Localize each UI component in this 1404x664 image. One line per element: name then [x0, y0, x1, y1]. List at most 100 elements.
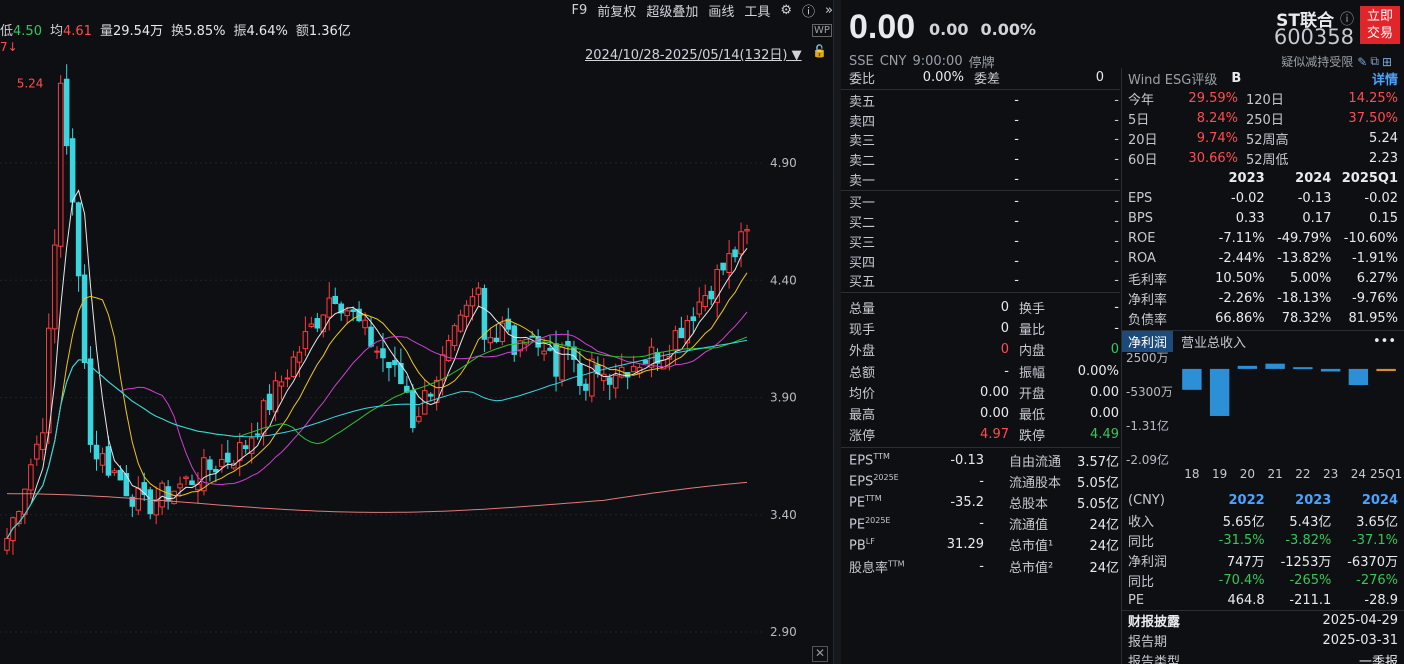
- candle-body[interactable]: [4, 537, 10, 551]
- candle-body[interactable]: [147, 489, 153, 515]
- candle-body[interactable]: [720, 262, 726, 271]
- candle-body[interactable]: [254, 433, 261, 436]
- edit-icon[interactable]: ✎: [1357, 55, 1367, 69]
- gear-icon[interactable]: ⚙: [780, 3, 792, 18]
- profit-bar[interactable]: [1293, 367, 1313, 370]
- candle-body[interactable]: [481, 288, 488, 340]
- menu-f9[interactable]: F9: [572, 3, 588, 18]
- candle-body[interactable]: [159, 482, 165, 508]
- candle-body[interactable]: [284, 377, 291, 380]
- candle-body[interactable]: [51, 244, 58, 330]
- book-level[interactable]: 卖四 - -: [841, 110, 1120, 130]
- expand-icon[interactable]: »: [825, 3, 833, 18]
- candle-body[interactable]: [380, 348, 386, 359]
- trade-button[interactable]: 立即 交易: [1360, 6, 1400, 44]
- candle-body[interactable]: [738, 231, 744, 255]
- candle-body[interactable]: [332, 295, 338, 305]
- tab-net-profit[interactable]: 净利润: [1122, 331, 1174, 352]
- candle-body[interactable]: [601, 373, 607, 382]
- candle-body[interactable]: [559, 346, 565, 381]
- candle-body[interactable]: [511, 325, 518, 355]
- wp-icon[interactable]: WP: [812, 24, 832, 37]
- candle-body[interactable]: [678, 327, 685, 339]
- candle-body[interactable]: [177, 483, 183, 489]
- candle-body[interactable]: [153, 500, 159, 516]
- candle-body[interactable]: [320, 314, 327, 333]
- candle-body[interactable]: [296, 351, 303, 363]
- book-level[interactable]: 卖二 - -: [841, 150, 1120, 170]
- candle-body[interactable]: [189, 480, 195, 486]
- candle-body[interactable]: [553, 343, 559, 377]
- close-icon[interactable]: ✕: [812, 646, 828, 662]
- candle-body[interactable]: [308, 323, 315, 327]
- esg-detail-link[interactable]: 详情: [1372, 69, 1398, 88]
- candle-body[interactable]: [451, 325, 458, 347]
- candle-body[interactable]: [410, 389, 416, 429]
- lock-icon[interactable]: 🔓: [812, 44, 827, 58]
- candle-body[interactable]: [87, 358, 94, 445]
- profit-bar[interactable]: [1348, 368, 1369, 386]
- candle-body[interactable]: [99, 453, 106, 466]
- tab-revenue[interactable]: 营业总收入: [1173, 331, 1254, 352]
- book-level[interactable]: 买二 - -: [841, 212, 1120, 232]
- candle-body[interactable]: [290, 356, 297, 377]
- menu-overlay[interactable]: 超级叠加: [646, 1, 698, 20]
- book-level[interactable]: 买三 - -: [841, 232, 1120, 252]
- candle-body[interactable]: [28, 464, 34, 491]
- candle-body[interactable]: [183, 476, 189, 479]
- candle-body[interactable]: [612, 375, 619, 389]
- menu-draw[interactable]: 画线: [708, 1, 734, 20]
- candle-body[interactable]: [123, 472, 130, 497]
- candle-body[interactable]: [606, 377, 613, 385]
- candle-body[interactable]: [81, 274, 88, 364]
- candle-body[interactable]: [201, 457, 207, 492]
- candle-body[interactable]: [493, 337, 500, 343]
- net-profit-bar-chart[interactable]: 2500万 -5300万 -1.31亿 -2.09亿 18 19 20 21 22 23 24 25Q…: [1122, 351, 1404, 486]
- book-level[interactable]: 卖五 - -: [841, 91, 1120, 111]
- candle-body[interactable]: [392, 360, 398, 366]
- candle-body[interactable]: [75, 202, 82, 277]
- menu-fuquan[interactable]: 前复权: [597, 1, 636, 20]
- candle-body[interactable]: [529, 335, 535, 338]
- help-icon[interactable]: ⓘ: [802, 1, 815, 20]
- candle-body[interactable]: [314, 318, 321, 329]
- candle-body[interactable]: [672, 330, 679, 351]
- candle-body[interactable]: [690, 316, 697, 322]
- kline-canvas[interactable]: 4.90 4.40 3.90 3.40 2.90 5.24: [0, 60, 833, 664]
- candle-body[interactable]: [368, 326, 374, 347]
- book-level[interactable]: 卖三 - -: [841, 130, 1120, 150]
- profit-bar[interactable]: [1320, 368, 1341, 372]
- candle-body[interactable]: [57, 82, 64, 247]
- candle-body[interactable]: [744, 229, 750, 232]
- candle-body[interactable]: [225, 452, 231, 463]
- candle-body[interactable]: [344, 310, 350, 317]
- candle-body[interactable]: [117, 469, 124, 481]
- candle-body[interactable]: [541, 350, 547, 355]
- candle-body[interactable]: [630, 365, 637, 373]
- panel-divider[interactable]: [833, 0, 841, 664]
- profit-bar[interactable]: [1209, 368, 1230, 416]
- candle-body[interactable]: [457, 314, 464, 332]
- candle-body[interactable]: [439, 354, 446, 381]
- candle-body[interactable]: [386, 361, 392, 369]
- candle-body[interactable]: [547, 347, 553, 351]
- candle-body[interactable]: [350, 309, 356, 313]
- candle-body[interactable]: [63, 78, 70, 147]
- add-icon[interactable]: ⊞: [1382, 55, 1392, 69]
- candle-body[interactable]: [213, 468, 219, 473]
- candle-body[interactable]: [40, 432, 46, 451]
- candle-body[interactable]: [272, 380, 279, 413]
- book-level[interactable]: 买一 - -: [841, 192, 1120, 212]
- candle-body[interactable]: [475, 287, 482, 295]
- candle-body[interactable]: [242, 445, 249, 450]
- popout-icon[interactable]: ⧉: [1370, 54, 1379, 69]
- profit-bar[interactable]: [1237, 365, 1258, 369]
- candle-body[interactable]: [416, 416, 422, 422]
- profit-bar[interactable]: [1376, 368, 1396, 372]
- candle-body[interactable]: [326, 297, 333, 318]
- profit-bar[interactable]: [1265, 363, 1285, 369]
- kline-chart-panel[interactable]: 低4.50 均4.61 量29.54万 换5.85% 振4.64% 额1.36亿 F9 前…: [0, 0, 833, 664]
- candle-body[interactable]: [427, 393, 434, 397]
- candle-body[interactable]: [523, 338, 529, 345]
- candle-body[interactable]: [732, 249, 738, 258]
